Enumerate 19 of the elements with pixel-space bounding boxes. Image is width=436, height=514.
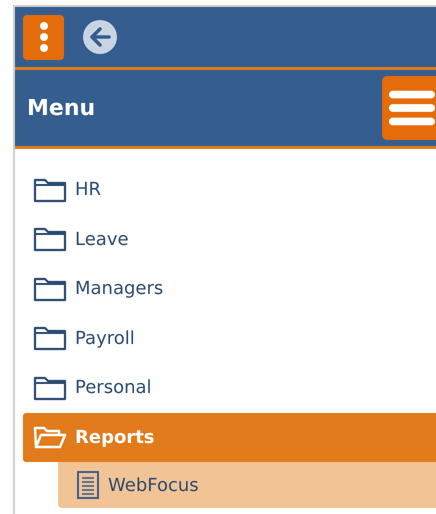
- more-button[interactable]: [23, 14, 64, 60]
- open-folder-icon: [33, 424, 67, 450]
- folder-icon: [33, 176, 67, 203]
- folder-icon: [33, 226, 67, 252]
- folder-icon: [33, 374, 67, 401]
- folder-icon: [33, 325, 67, 352]
- more-icon: [38, 21, 48, 53]
- menu-icon: [387, 88, 435, 128]
- folder-item[interactable]: Payroll: [23, 314, 436, 363]
- folder-item[interactable]: HR: [23, 165, 436, 214]
- document-icon: [76, 470, 100, 500]
- folder-item[interactable]: Leave: [23, 214, 436, 264]
- menu-button[interactable]: [382, 76, 436, 140]
- folder-item[interactable]: Personal: [23, 363, 436, 412]
- menu-title: Menu: [27, 96, 96, 120]
- folder-item[interactable]: Managers: [23, 264, 436, 314]
- back-button[interactable]: [82, 19, 118, 55]
- tree-item[interactable]: WebFocus: [58, 462, 436, 508]
- folder-icon: [33, 276, 67, 302]
